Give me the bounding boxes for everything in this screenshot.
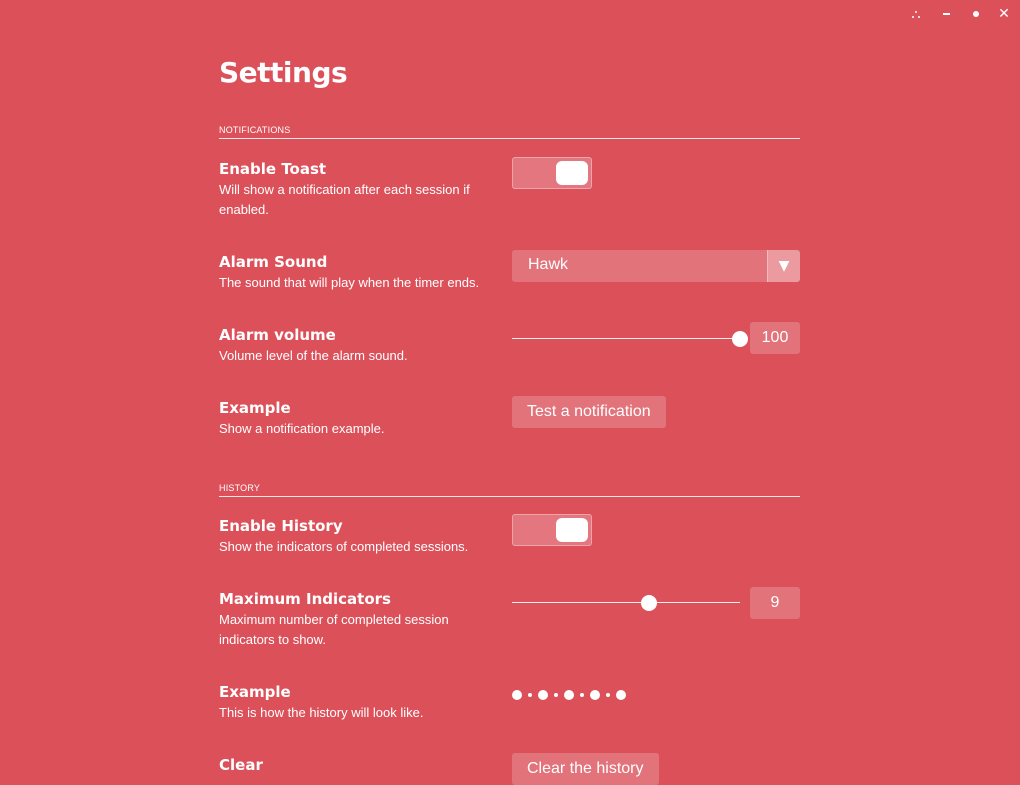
alarm-sound-value: Hawk [528, 256, 569, 273]
three-dots-icon[interactable] [906, 6, 926, 22]
section-history: HISTORY [219, 483, 800, 497]
separator-indicator [528, 693, 532, 697]
enable-history-label: Enable History [219, 517, 343, 535]
test-notification-button[interactable]: Test a notification [512, 396, 666, 428]
close-button[interactable]: ✕ [994, 6, 1014, 22]
chevron-down-icon[interactable]: ▼ [767, 250, 800, 282]
enable-history-toggle[interactable] [512, 514, 592, 546]
alarm-sound-description: The sound that will play when the timer … [219, 275, 480, 290]
clear-history-button[interactable]: Clear the history [512, 753, 659, 785]
enable-toast-toggle[interactable] [512, 157, 592, 189]
maximum-indicators-slider-thumb[interactable] [640, 595, 657, 611]
enable-history-description: Show the indicators of completed session… [219, 539, 469, 554]
history-example-label: Example [219, 683, 291, 701]
alarm-sound-label: Alarm Sound [219, 253, 328, 271]
separator-indicator [554, 693, 558, 697]
alarm-volume-slider-thumb[interactable] [732, 331, 748, 347]
minimize-icon [942, 13, 950, 15]
maximum-indicators-description: Maximum number of completed session indi… [219, 612, 449, 647]
maximize-icon [973, 11, 979, 17]
separator-indicator [580, 693, 584, 697]
session-indicator [616, 690, 626, 700]
enable-toast-label: Enable Toast [219, 160, 327, 178]
dot-right [918, 16, 920, 18]
minimize-button[interactable] [936, 6, 956, 22]
alarm-volume-label: Alarm volume [219, 326, 336, 344]
toggle-knob [556, 161, 588, 185]
maximum-indicators-label: Maximum Indicators [219, 590, 391, 608]
session-indicator [590, 690, 600, 700]
history-example-description: This is how the history will look like. [219, 705, 424, 720]
maximum-indicators-input[interactable]: 9 [750, 587, 800, 619]
session-indicator [512, 690, 522, 700]
page-title: Settings [219, 56, 348, 89]
alarm-volume-slider[interactable] [512, 338, 740, 339]
alarm-volume-input[interactable]: 100 [750, 322, 800, 354]
maximum-indicators-slider[interactable] [512, 602, 740, 603]
session-indicator [564, 690, 574, 700]
alarm-sound-select[interactable]: Hawk ▼ [512, 250, 800, 282]
clear-history-label: Clear [219, 756, 263, 774]
section-notifications: NOTIFICATIONS [219, 125, 800, 139]
example-notification-label: Example [219, 399, 291, 417]
dot-top [915, 11, 917, 13]
dot-left [912, 16, 914, 18]
maximize-button[interactable] [966, 6, 986, 22]
example-notification-description: Show a notification example. [219, 421, 385, 436]
close-icon: ✕ [998, 6, 1010, 22]
enable-toast-description: Will show a notification after each sess… [219, 182, 470, 217]
toggle-knob [556, 518, 588, 542]
session-indicator [538, 690, 548, 700]
separator-indicator [606, 693, 610, 697]
alarm-volume-description: Volume level of the alarm sound. [219, 348, 408, 363]
